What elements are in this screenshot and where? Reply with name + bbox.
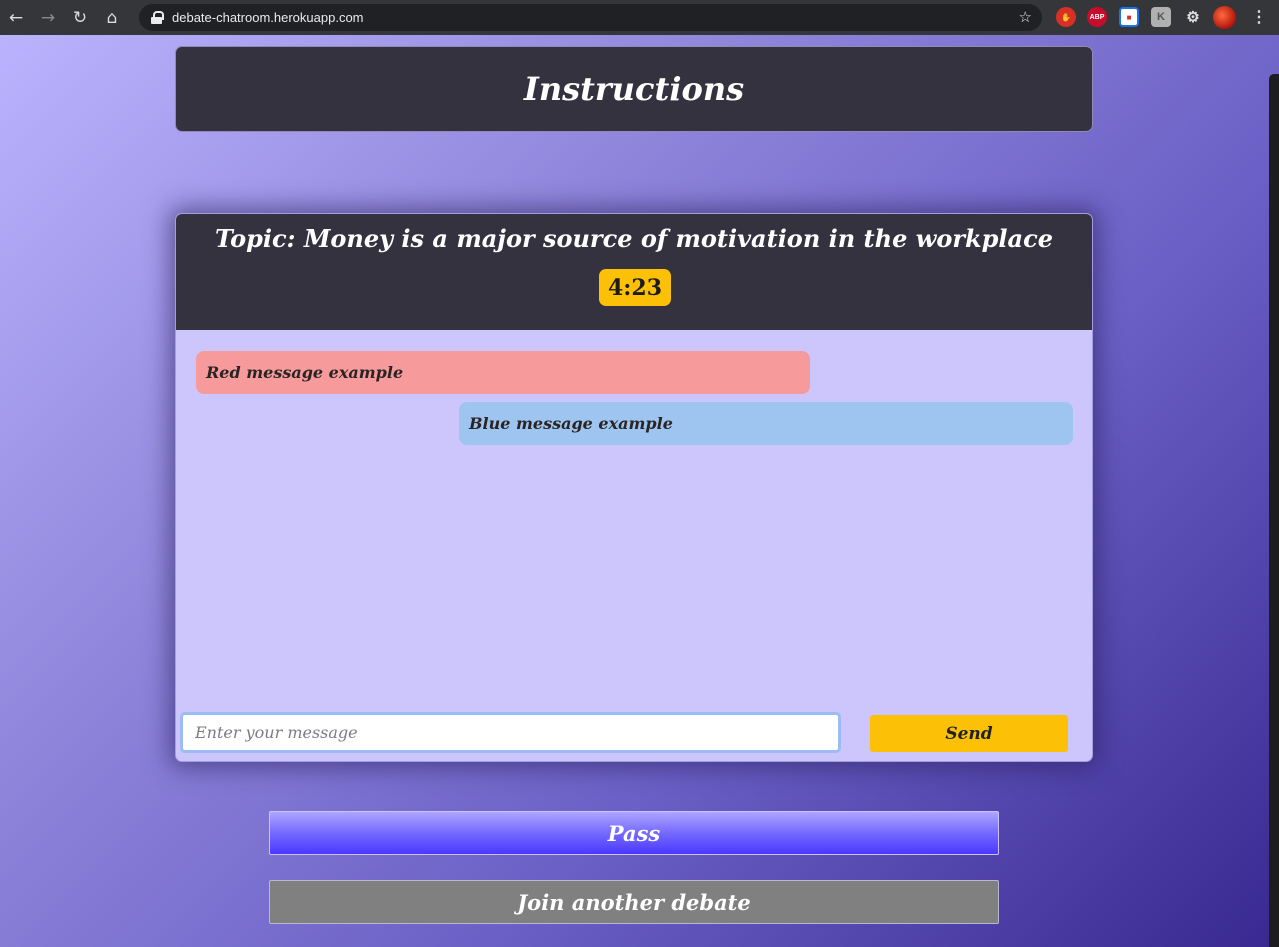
red-message: Red message example	[196, 351, 810, 394]
calendar-extension-icon[interactable]: ■	[1119, 7, 1139, 27]
lock-icon	[151, 11, 164, 24]
home-icon[interactable]: ⌂	[96, 0, 128, 35]
forward-arrow-icon[interactable]: →	[32, 0, 64, 35]
star-icon[interactable]: ☆	[1019, 8, 1032, 26]
kebab-menu-icon[interactable]: ⋮	[1249, 7, 1269, 27]
reload-icon[interactable]: ↻	[64, 0, 96, 35]
chat-header: Topic: Money is a major source of motiva…	[176, 214, 1092, 330]
blue-message-text: Blue message example	[469, 414, 673, 433]
stop-hand-extension-icon[interactable]: ✋	[1056, 7, 1076, 27]
adblock-plus-icon[interactable]: ABP	[1087, 7, 1107, 27]
blue-message: Blue message example	[459, 402, 1073, 445]
send-button[interactable]: Send	[870, 715, 1068, 752]
back-arrow-icon[interactable]: ←	[0, 0, 32, 35]
pass-button[interactable]: Pass	[269, 811, 999, 855]
profile-avatar[interactable]	[1213, 6, 1236, 29]
scrollbar-thumb[interactable]	[1269, 74, 1279, 947]
message-input[interactable]	[180, 712, 841, 753]
abp-label: ABP	[1089, 13, 1105, 21]
debate-topic: Topic: Money is a major source of motiva…	[215, 224, 1053, 253]
k-extension-icon[interactable]: K	[1151, 7, 1171, 27]
instructions-title: Instructions	[523, 70, 745, 108]
address-bar[interactable]: debate-chatroom.herokuapp.com ☆	[139, 4, 1042, 31]
k-label: K	[1157, 11, 1165, 23]
chat-room-card: Topic: Money is a major source of motiva…	[175, 213, 1093, 762]
url-text: debate-chatroom.herokuapp.com	[172, 10, 364, 25]
red-message-text: Red message example	[206, 363, 404, 382]
browser-toolbar: ← → ↻ ⌂ debate-chatroom.herokuapp.com ☆ …	[0, 0, 1279, 35]
instructions-panel[interactable]: Instructions	[175, 46, 1093, 132]
join-another-debate-button[interactable]: Join another debate	[269, 880, 999, 924]
puzzle-extensions-icon[interactable]: ⚙	[1183, 7, 1203, 27]
countdown-timer: 4:23	[599, 269, 671, 306]
